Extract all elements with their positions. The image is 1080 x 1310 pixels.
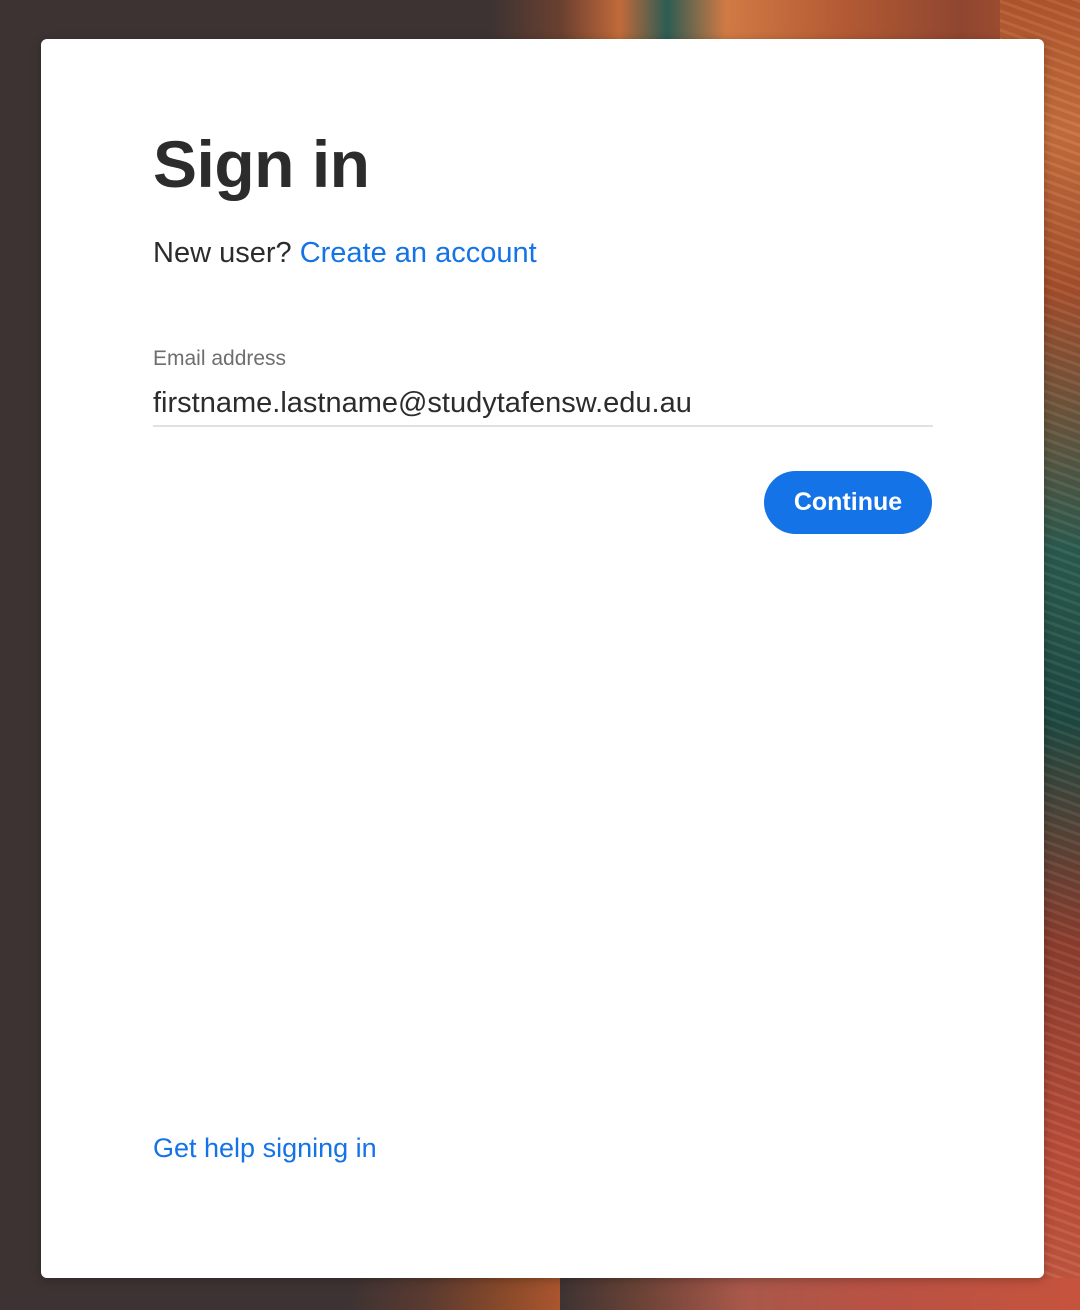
new-user-prompt: New user? [153,237,292,269]
page-title: Sign in [153,127,370,201]
background-top-streak [490,0,1080,40]
email-label: Email address [153,347,287,370]
continue-button[interactable]: Continue [764,471,932,534]
create-account-link[interactable]: Create an account [300,237,537,269]
get-help-link[interactable]: Get help signing in [153,1135,377,1162]
new-user-line: New user? Create an account [153,239,537,268]
signin-card: Sign in New user? Create an account Emai… [41,39,1044,1278]
background-bottom-streak [560,1278,1080,1310]
email-field[interactable] [153,381,933,427]
